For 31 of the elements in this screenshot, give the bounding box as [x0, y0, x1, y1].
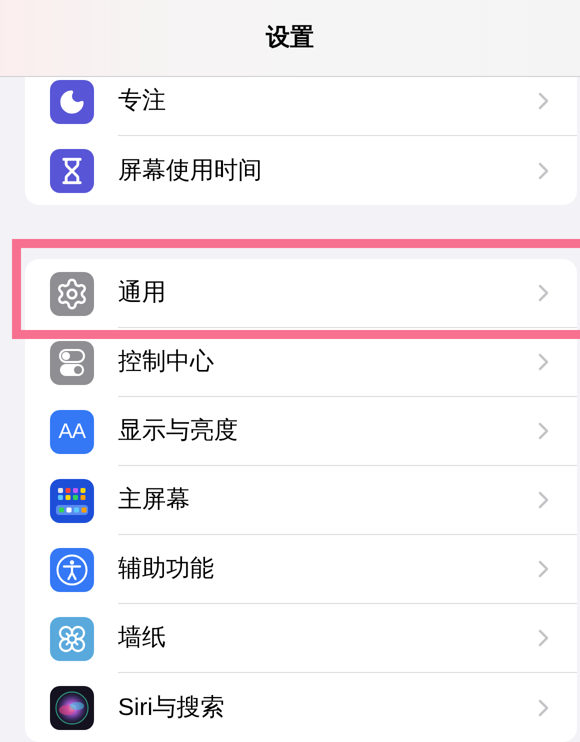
row-label: 通用	[118, 278, 167, 308]
moon-icon	[58, 88, 86, 116]
row-label: 控制中心	[118, 347, 215, 377]
chevron-icon	[538, 284, 549, 302]
row-label: 显示与亮度	[118, 416, 239, 446]
row-label: 专注	[118, 86, 167, 116]
chevron-icon	[538, 560, 549, 578]
settings-row[interactable]: 墙纸	[25, 604, 577, 673]
chevron-icon	[538, 422, 549, 440]
chevron-icon	[538, 162, 549, 180]
chevron-icon	[538, 629, 549, 647]
settings-row[interactable]: 主屏幕	[25, 466, 577, 535]
settings-row[interactable]: 通用	[25, 259, 577, 328]
chevron-icon	[538, 698, 549, 716]
nav-title: 设置	[266, 23, 314, 53]
row-label: 墙纸	[118, 623, 167, 653]
row-label: Siri与搜索	[118, 692, 226, 722]
settings-row[interactable]: Siri与搜索	[25, 673, 577, 742]
chevron-icon	[538, 353, 549, 371]
chevron-icon	[538, 92, 549, 110]
row-label: 主屏幕	[118, 485, 191, 515]
row-label: 辅助功能	[118, 554, 215, 584]
settings-row[interactable]: 控制中心	[25, 328, 577, 397]
settings-row[interactable]: AA 显示与亮度	[25, 397, 577, 466]
settings-row[interactable]: 屏幕使用时间	[25, 136, 577, 205]
row-label: 屏幕使用时间	[118, 156, 263, 186]
settings-row[interactable]: 专注	[25, 77, 577, 136]
chevron-icon	[538, 491, 549, 509]
toggles-icon	[57, 348, 87, 378]
settings-row[interactable]: 辅助功能	[25, 535, 577, 604]
icon-letters: AA	[58, 421, 86, 442]
